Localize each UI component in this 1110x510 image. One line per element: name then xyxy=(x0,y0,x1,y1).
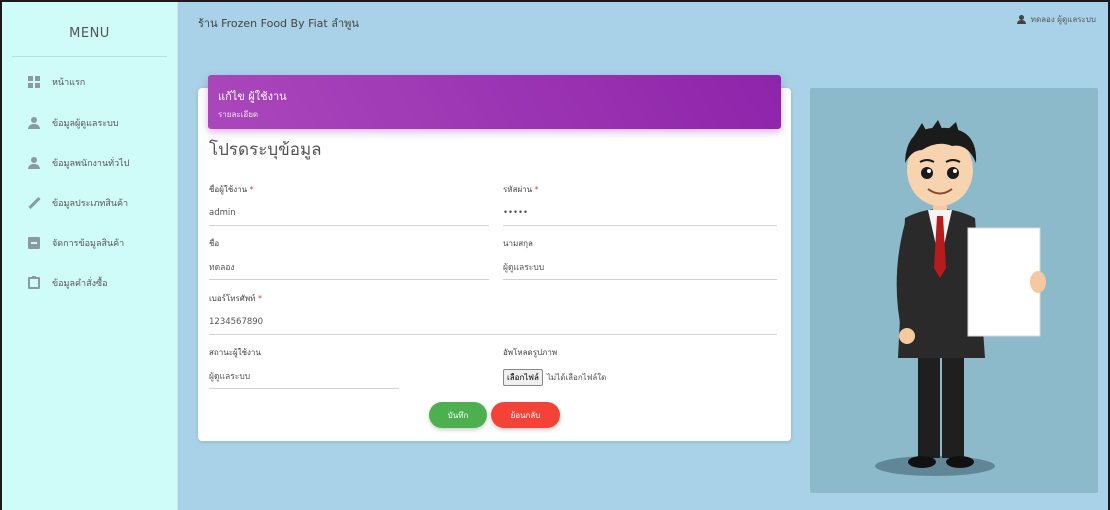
phone-label-text: เบอร์โทรศัพท์ xyxy=(209,294,256,303)
person-icon xyxy=(28,117,40,129)
clipboard-icon xyxy=(28,276,40,289)
pencil-icon xyxy=(28,197,40,209)
sidebar-item-label: ข้อมูลคำสั่งซื้อ xyxy=(52,279,108,289)
card-header: แก้ไข ผู้ใช้งาน รายละเอียด xyxy=(208,75,781,129)
card-title: แก้ไข ผู้ใช้งาน xyxy=(218,90,287,103)
person-icon xyxy=(28,157,40,169)
person-icon xyxy=(1016,14,1027,25)
store-title: ร้าน Frozen Food By Fiat ลำพูน xyxy=(198,17,359,30)
firstname-input[interactable] xyxy=(209,260,489,280)
sidebar-item-orders[interactable]: ข้อมูลคำสั่งซื้อ xyxy=(28,276,107,290)
password-field: รหัสผ่าน * xyxy=(503,183,777,226)
password-label: รหัสผ่าน * xyxy=(503,183,777,196)
status-input[interactable] xyxy=(209,369,399,389)
file-picker: เลือกไฟล์ ไม่ได้เลือกไฟล์ใด xyxy=(503,369,777,386)
sidebar-item-label: หน้าแรก xyxy=(52,78,86,88)
lastname-field: นามสกุล xyxy=(503,237,777,280)
card-subtitle: รายละเอียด xyxy=(218,110,259,119)
phone-label: เบอร์โทรศัพท์ * xyxy=(209,292,777,305)
businessman-figure-icon xyxy=(875,120,1046,476)
sidebar-item-label: ข้อมูลประเภทสินค้า xyxy=(52,199,129,209)
section-title: โปรดระบุข้อมูล xyxy=(209,140,322,160)
upload-label: อัพโหลดรูปภาพ xyxy=(503,348,558,357)
username-input[interactable] xyxy=(209,206,489,226)
upload-field: อัพโหลดรูปภาพ เลือกไฟล์ ไม่ได้เลือกไฟล์ใ… xyxy=(503,346,777,386)
back-button[interactable]: ย้อนกลับ xyxy=(491,402,560,428)
sidebar-item-categories[interactable]: ข้อมูลประเภทสินค้า xyxy=(28,196,128,210)
sidebar-item-employees[interactable]: ข้อมูลพนักงานทั่วไป xyxy=(28,156,129,170)
lastname-label: นามสกุล xyxy=(503,239,533,248)
sidebar-title: MENU xyxy=(69,26,110,41)
archive-icon xyxy=(28,237,40,249)
phone-input[interactable] xyxy=(209,315,777,335)
sidebar-item-label: ข้อมูลผู้ดูแลระบบ xyxy=(52,119,119,129)
phone-field: เบอร์โทรศัพท์ * xyxy=(209,292,777,335)
dashboard-icon xyxy=(28,76,40,88)
user-name: ทดลอง ผู้ดูแลระบบ xyxy=(1030,15,1096,24)
businessman-illustration xyxy=(810,88,1098,493)
choose-file-button[interactable]: เลือกไฟล์ xyxy=(503,369,543,386)
sidebar-item-label: ข้อมูลพนักงานทั่วไป xyxy=(52,159,130,169)
username-field: ชื่อผู้ใช้งาน * xyxy=(209,183,489,226)
file-status: ไม่ได้เลือกไฟล์ใด xyxy=(546,373,607,382)
firstname-field: ชื่อ xyxy=(209,237,489,280)
sidebar-item-products[interactable]: จัดการข้อมูลสินค้า xyxy=(28,236,124,250)
firstname-label: ชื่อ xyxy=(209,239,220,248)
required-mark: * xyxy=(257,294,262,303)
status-field: สถานะผู้ใช้งาน xyxy=(209,346,399,389)
status-label: สถานะผู้ใช้งาน xyxy=(209,348,261,357)
user-menu[interactable]: ทดลอง ผู้ดูแลระบบ xyxy=(1016,13,1096,26)
required-mark: * xyxy=(249,185,254,194)
lastname-input[interactable] xyxy=(503,260,777,280)
username-label-text: ชื่อผู้ใช้งาน xyxy=(209,185,248,194)
required-mark: * xyxy=(534,185,539,194)
password-input[interactable] xyxy=(503,206,777,226)
sidebar-item-home[interactable]: หน้าแรก xyxy=(28,75,85,89)
sidebar-divider xyxy=(12,56,167,57)
sidebar-item-admins[interactable]: ข้อมูลผู้ดูแลระบบ xyxy=(28,116,119,130)
save-button[interactable]: บันทึก xyxy=(429,402,487,428)
username-label: ชื่อผู้ใช้งาน * xyxy=(209,183,489,196)
sidebar-item-label: จัดการข้อมูลสินค้า xyxy=(52,239,125,249)
password-label-text: รหัสผ่าน xyxy=(503,185,533,194)
